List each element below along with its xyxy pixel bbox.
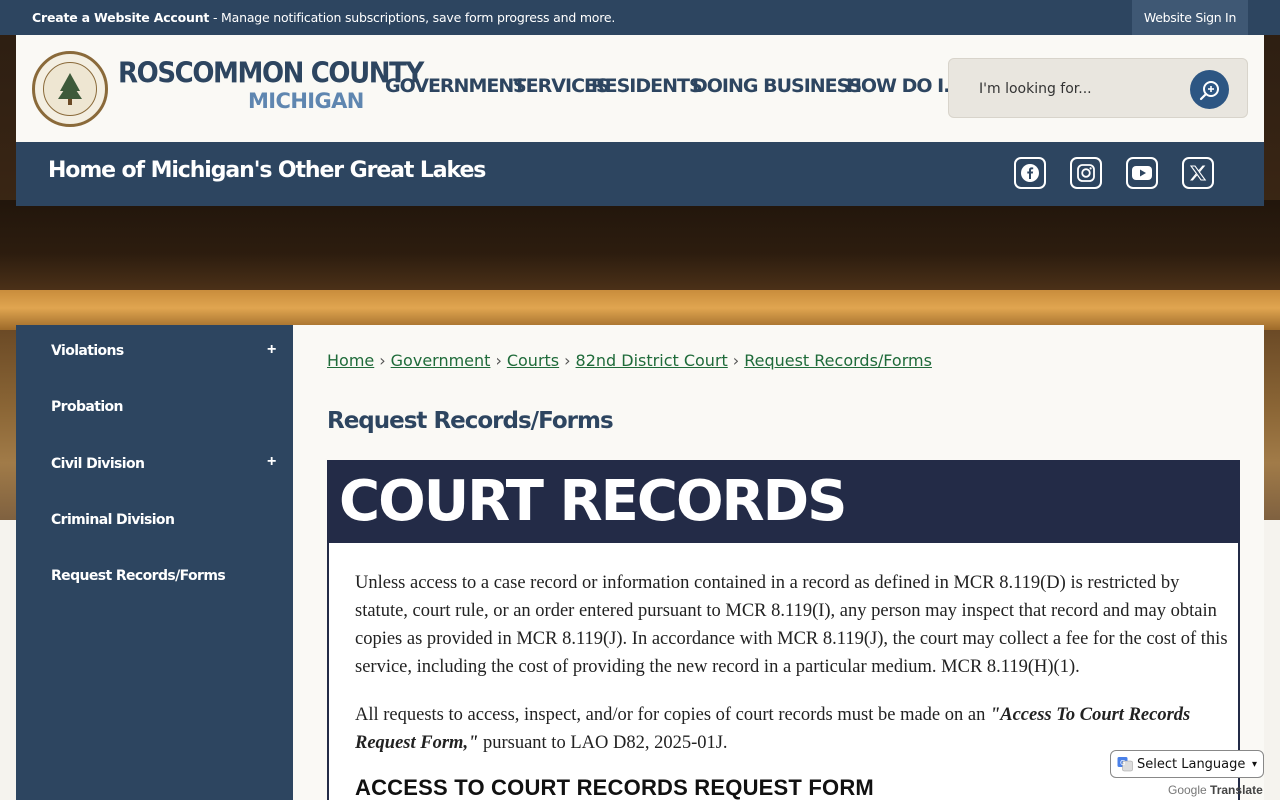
- top-bar: Create a Website Account - Manage notifi…: [0, 0, 1280, 35]
- tagline: Home of Michigan's Other Great Lakes: [48, 158, 486, 183]
- para2-start: All requests to access, inspect, and/or …: [355, 705, 990, 725]
- breadcrumb-district-court[interactable]: 82nd District Court: [576, 351, 728, 370]
- hero-treeline: [0, 200, 1280, 290]
- breadcrumb-home[interactable]: Home: [327, 351, 374, 370]
- translate-label[interactable]: Translate: [1210, 783, 1263, 797]
- breadcrumb: Home › Government › Courts › 82nd District Cou…: [327, 351, 932, 370]
- nav-residents[interactable]: RESIDENTS: [591, 75, 703, 97]
- state-name[interactable]: MICHIGAN: [248, 89, 364, 113]
- youtube-icon: [1132, 166, 1152, 180]
- x-icon: [1189, 165, 1207, 181]
- sidebar-item-probation[interactable]: Probation: [51, 399, 124, 415]
- account-message-text: - Manage notification subscriptions, sav…: [209, 10, 616, 25]
- breadcrumb-separator: ›: [379, 351, 386, 370]
- records-paragraph-1: Unless access to a case record or inform…: [355, 573, 1228, 677]
- county-name[interactable]: ROSCOMMON COUNTY: [118, 57, 424, 90]
- nav-doing-business[interactable]: DOING BUSINESS: [692, 75, 862, 97]
- language-select[interactable]: G Select Language ▾: [1110, 750, 1264, 778]
- chevron-down-icon: ▾: [1251, 758, 1257, 770]
- court-records-banner: COURT RECORDS: [327, 460, 1240, 543]
- x-link[interactable]: [1182, 157, 1214, 189]
- breadcrumb-courts[interactable]: Courts: [507, 351, 559, 370]
- instagram-link[interactable]: [1070, 157, 1102, 189]
- sidebar-item-civil-division[interactable]: Civil Division: [51, 456, 145, 472]
- sidebar-item-criminal-division[interactable]: Criminal Division: [51, 512, 175, 528]
- breadcrumb-separator: ›: [495, 351, 502, 370]
- para2-end: pursuant to LAO D82, 2025-01J.: [478, 733, 728, 753]
- search-button[interactable]: [1190, 70, 1229, 109]
- banner-title: COURT RECORDS: [339, 469, 847, 534]
- county-seal-logo[interactable]: [32, 51, 108, 127]
- sign-in-button[interactable]: Website Sign In: [1132, 0, 1248, 35]
- records-panel: Unless access to a case record or inform…: [327, 543, 1240, 800]
- search-box: [948, 58, 1248, 118]
- records-paragraph-2: All requests to access, inspect, and/or …: [355, 701, 1231, 757]
- search-input[interactable]: [979, 77, 1179, 101]
- page-title: Request Records/Forms: [327, 408, 614, 434]
- expand-violations-icon[interactable]: +: [267, 341, 276, 359]
- breadcrumb-separator: ›: [732, 351, 740, 370]
- site-header: ROSCOMMON COUNTY MICHIGAN GOVERNMENT SER…: [16, 35, 1264, 142]
- breadcrumb-separator: ›: [564, 351, 571, 370]
- create-account-link[interactable]: Create a Website Account: [32, 10, 209, 25]
- tagline-bar: Home of Michigan's Other Great Lakes: [16, 142, 1264, 206]
- facebook-link[interactable]: [1014, 157, 1046, 189]
- request-form-heading: ACCESS TO COURT RECORDS REQUEST FORM: [355, 775, 874, 800]
- svg-text:G: G: [1120, 759, 1125, 767]
- sidebar-item-violations[interactable]: Violations: [51, 343, 124, 359]
- sidebar: Violations + Probation Civil Division + …: [16, 325, 293, 800]
- instagram-icon: [1077, 164, 1095, 182]
- facebook-icon: [1021, 164, 1039, 182]
- language-select-label: Select Language: [1137, 756, 1246, 772]
- expand-civil-division-icon[interactable]: +: [267, 453, 276, 471]
- breadcrumb-government[interactable]: Government: [391, 351, 491, 370]
- youtube-link[interactable]: [1126, 157, 1158, 189]
- nav-how-do-i[interactable]: HOW DO I...: [846, 75, 963, 97]
- breadcrumb-request-records[interactable]: Request Records/Forms: [744, 351, 932, 370]
- nav-government[interactable]: GOVERNMENT: [385, 75, 526, 97]
- seal-inner: [43, 62, 97, 116]
- powered-by-google: Google Translate: [1168, 783, 1263, 797]
- tree-icon: [58, 73, 82, 105]
- search-icon: [1199, 80, 1219, 100]
- hero-water: [0, 290, 1280, 330]
- google-translate-icon: G: [1117, 757, 1133, 772]
- main-content: Home › Government › Courts › 82nd District Cou…: [293, 325, 1264, 800]
- google-label: Google: [1168, 783, 1207, 797]
- sidebar-item-request-records[interactable]: Request Records/Forms: [51, 568, 226, 584]
- account-message: Create a Website Account - Manage notifi…: [0, 10, 615, 25]
